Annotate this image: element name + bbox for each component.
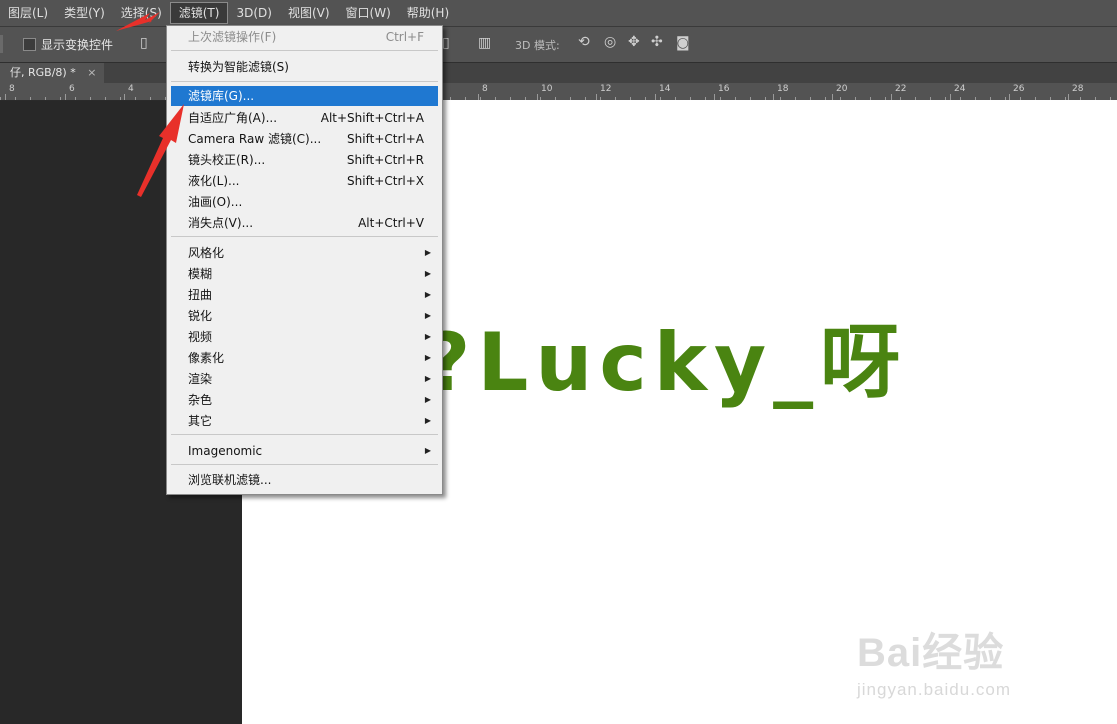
ruler-tick-label: 4 [128, 84, 134, 94]
menu-item-noise[interactable]: 杂色 ▶ [171, 390, 438, 410]
ruler-minor-tick [90, 97, 91, 100]
menu-help[interactable]: 帮助(H) [399, 2, 457, 24]
ruler-minor-tick [15, 97, 16, 100]
show-transform-label: 显示变换控件 [41, 38, 114, 52]
menu-item-distort[interactable]: 扭曲 ▶ [171, 285, 438, 305]
menu-item-last-filter[interactable]: 上次滤镜操作(F) Ctrl+F [171, 27, 438, 47]
ruler-minor-tick [75, 97, 76, 100]
menu-item-stylize[interactable]: 风格化 ▶ [171, 243, 438, 263]
ruler-tick [5, 94, 6, 100]
submenu-arrow-icon: ▶ [424, 311, 431, 320]
menu-item-sharpen[interactable]: 锐化 ▶ [171, 306, 438, 326]
ruler-tick-label: 28 [1072, 84, 1084, 94]
baidu-watermark: Bai经验 jingyan.baidu.com [857, 620, 1011, 700]
menu-view[interactable]: 视图(V) [280, 2, 338, 24]
watermark-main: Bai经验 [857, 631, 1005, 675]
canvas-text-layer: ?Lucky_呀 [424, 316, 908, 409]
menu-layer[interactable]: 图层(L) [0, 2, 56, 24]
toolbar-grip [0, 35, 3, 53]
submenu-arrow-icon: ▶ [424, 269, 431, 278]
menu-select[interactable]: 选择(S) [113, 2, 170, 24]
menu-filter[interactable]: 滤镜(T) [169, 2, 229, 24]
ruler-tick [124, 94, 125, 100]
align-left-icon[interactable]: ▯ [140, 35, 148, 51]
ruler-tick-label: 24 [954, 84, 966, 94]
3d-roll-icon[interactable]: ◎ [604, 34, 616, 50]
ruler-tick-label: 26 [1013, 84, 1025, 94]
menu-item-camera-raw[interactable]: Camera Raw 滤镜(C)... Shift+Ctrl+A [171, 129, 438, 149]
ruler-tick-label: 22 [895, 84, 907, 94]
menu-window[interactable]: 窗口(W) [338, 2, 399, 24]
auto-align-icon[interactable]: ▥ [478, 35, 491, 51]
menu-item-lens-correction[interactable]: 镜头校正(R)... Shift+Ctrl+R [171, 150, 438, 170]
ruler-tick-label: 6 [69, 84, 75, 94]
3d-slide-icon[interactable]: ✣ [651, 34, 663, 50]
ruler-minor-tick [60, 97, 61, 100]
menu-item-browse-online-filters[interactable]: 浏览联机滤镜... [171, 470, 438, 490]
3d-mode-label: 3D 模式: [515, 39, 560, 52]
3d-rotate-icon[interactable]: ⟲ [578, 34, 590, 50]
menu-separator [171, 236, 438, 237]
show-transform-checkbox[interactable] [23, 38, 36, 51]
3d-pan-icon[interactable]: ✥ [628, 34, 640, 50]
submenu-arrow-icon: ▶ [424, 395, 431, 404]
ruler-tick-label: 16 [718, 84, 730, 94]
menu-item-filter-gallery[interactable]: 滤镜库(G)... [171, 86, 438, 106]
close-icon[interactable]: × [87, 66, 96, 79]
ruler-minor-tick [30, 97, 31, 100]
menu-item-render[interactable]: 渲染 ▶ [171, 369, 438, 389]
menu-type[interactable]: 类型(Y) [56, 2, 113, 24]
menu-separator [171, 50, 438, 51]
menu-item-other[interactable]: 其它 ▶ [171, 411, 438, 431]
submenu-arrow-icon: ▶ [424, 353, 431, 362]
menu-separator [171, 434, 438, 435]
menu-item-blur[interactable]: 模糊 ▶ [171, 264, 438, 284]
ruler-minor-tick [150, 97, 151, 100]
ruler-tick-label: 14 [659, 84, 671, 94]
submenu-arrow-icon: ▶ [424, 248, 431, 257]
ruler-minor-tick [135, 97, 136, 100]
menu-item-liquify[interactable]: 液化(L)... Shift+Ctrl+X [171, 171, 438, 191]
submenu-arrow-icon: ▶ [424, 446, 431, 455]
submenu-arrow-icon: ▶ [424, 374, 431, 383]
menu-item-pixelate[interactable]: 像素化 ▶ [171, 348, 438, 368]
ruler-minor-tick [105, 97, 106, 100]
menu-3d[interactable]: 3D(D) [228, 2, 279, 24]
ruler-tick-label: 8 [9, 84, 15, 94]
ruler-tick-label: 12 [600, 84, 612, 94]
document-tab[interactable]: 仔, RGB/8) * × [0, 63, 105, 83]
menu-separator [171, 81, 438, 82]
ruler-minor-tick [120, 97, 121, 100]
menu-bar: 图层(L) 类型(Y) 选择(S) 滤镜(T) 3D(D) 视图(V) 窗口(W… [0, 0, 1117, 27]
menu-item-convert-smart-filter[interactable]: 转换为智能滤镜(S) [171, 57, 438, 77]
menu-item-oil-paint[interactable]: 油画(O)... [171, 192, 438, 212]
ruler-tick-label: 10 [541, 84, 553, 94]
menu-item-vanishing-point[interactable]: 消失点(V)... Alt+Ctrl+V [171, 213, 438, 233]
watermark-url: jingyan.baidu.com [857, 680, 1012, 699]
filter-menu-dropdown: 上次滤镜操作(F) Ctrl+F 转换为智能滤镜(S) 滤镜库(G)... 自适… [166, 25, 443, 495]
ruler-minor-tick [45, 97, 46, 100]
document-tab-label: 仔, RGB/8) * [10, 66, 76, 79]
distribute-icon[interactable]: ▯ [442, 35, 450, 51]
ruler-tick-label: 18 [777, 84, 789, 94]
3d-scale-icon[interactable]: ◙ [676, 35, 690, 51]
ruler-tick-label: 20 [836, 84, 848, 94]
submenu-arrow-icon: ▶ [424, 416, 431, 425]
submenu-arrow-icon: ▶ [424, 332, 431, 341]
ruler-tick [65, 94, 66, 100]
submenu-arrow-icon: ▶ [424, 290, 431, 299]
menu-item-imagenomic[interactable]: Imagenomic ▶ [171, 441, 438, 461]
ruler-tick-label: 8 [482, 84, 488, 94]
menu-item-video[interactable]: 视频 ▶ [171, 327, 438, 347]
menu-item-adaptive-wide-angle[interactable]: 自适应广角(A)... Alt+Shift+Ctrl+A [171, 108, 438, 128]
menu-separator [171, 464, 438, 465]
ruler-minor-tick [0, 97, 1, 100]
